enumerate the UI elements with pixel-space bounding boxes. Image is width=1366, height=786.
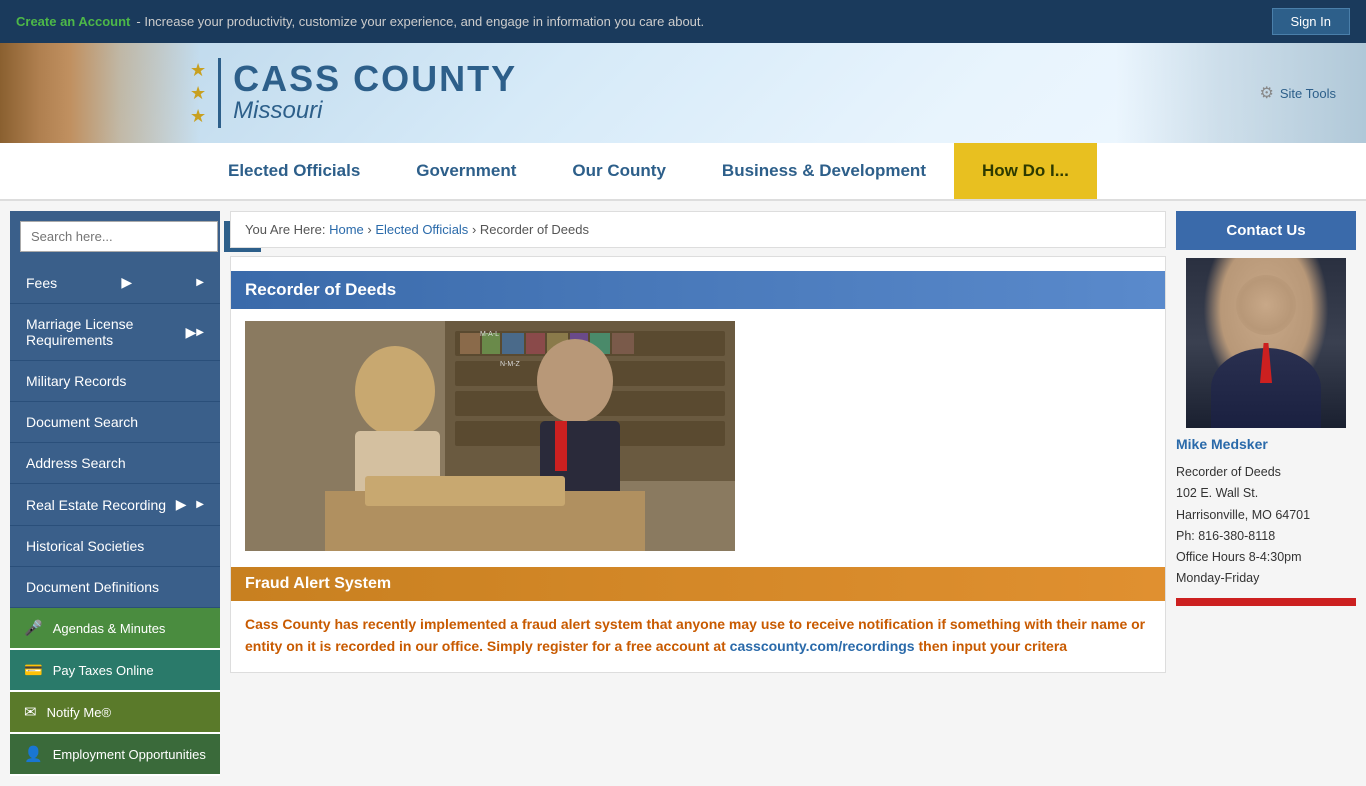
recorder-scene-svg: M-A-L N-M-Z [245, 321, 735, 551]
you-are-here-text: You Are Here: [245, 222, 329, 237]
svg-text:M-A-L: M-A-L [480, 331, 499, 338]
recorder-image: M-A-L N-M-Z [245, 321, 735, 551]
search-input[interactable] [20, 221, 218, 252]
card-icon: 💳 [24, 661, 43, 679]
microphone-icon: 🎤 [24, 619, 43, 637]
breadcrumb: You Are Here: Home › Elected Officials ›… [230, 211, 1166, 248]
sidebar: 🔍 Fees ▶ Marriage License Requirements ▶… [10, 211, 220, 776]
sidebar-item-address-label: Address Search [26, 455, 126, 471]
quick-link-agendas-label: Agendas & Minutes [53, 621, 166, 636]
quick-link-notify-label: Notify Me® [47, 705, 111, 720]
sidebar-item-document-search-label: Document Search [26, 414, 138, 430]
nav-how-do-i[interactable]: How Do I... [954, 143, 1097, 199]
nav-government[interactable]: Government [388, 143, 544, 199]
sidebar-item-marriage-label: Marriage License Requirements [26, 316, 186, 348]
contact-us-title: Contact Us [1176, 211, 1356, 250]
contact-phone: Ph: 816-380-8118 [1176, 526, 1356, 547]
logo-text: CASS COUNTY Missouri [233, 61, 517, 125]
contact-role: Recorder of Deeds [1176, 462, 1356, 483]
site-tools-label: Site Tools [1280, 86, 1336, 101]
nav-elected-officials[interactable]: Elected Officials [200, 143, 388, 199]
contact-hours: Office Hours 8-4:30pm [1176, 547, 1356, 568]
logo-stars: ★ ★ ★ [190, 60, 206, 127]
svg-text:N-M-Z: N-M-Z [500, 361, 521, 368]
quick-link-pay-taxes[interactable]: 💳 Pay Taxes Online [10, 650, 220, 690]
breadcrumb-home[interactable]: Home [329, 222, 364, 237]
top-bar-left: Create an Account - Increase your produc… [16, 14, 704, 29]
sidebar-item-document-definitions[interactable]: Document Definitions [10, 567, 220, 608]
sidebar-item-real-estate[interactable]: Real Estate Recording ▶ [10, 484, 220, 526]
quick-links: 🎤 Agendas & Minutes 💳 Pay Taxes Online ✉… [10, 608, 220, 774]
breadcrumb-separator-2: › [472, 222, 480, 237]
state-name: Missouri [233, 97, 517, 125]
fraud-alert-title: Fraud Alert System [231, 567, 1165, 601]
page-title: Recorder of Deeds [231, 271, 1165, 309]
top-bar-tagline: - Increase your productivity, customize … [136, 14, 704, 29]
person-icon: 👤 [24, 745, 43, 763]
county-name: CASS COUNTY [233, 61, 517, 97]
sidebar-item-marriage-license[interactable]: Marriage License Requirements ▶ [10, 304, 220, 361]
sidebar-item-fees-label: Fees [26, 275, 57, 291]
sidebar-item-military-label: Military Records [26, 373, 126, 389]
sidebar-item-document-search[interactable]: Document Search [10, 402, 220, 443]
breadcrumb-elected-officials[interactable]: Elected Officials [375, 222, 468, 237]
sidebar-item-historical-label: Historical Societies [26, 538, 144, 554]
contact-address1: 102 E. Wall St. [1176, 483, 1356, 504]
contact-sidebar: Contact Us Mike Medsker Recorder of Deed… [1166, 211, 1356, 776]
arrow-icon: ▶ [121, 274, 132, 291]
contact-address2: Harrisonville, MO 64701 [1176, 505, 1356, 526]
contact-days: Monday-Friday [1176, 568, 1356, 589]
quick-link-notify-me[interactable]: ✉ Notify Me® [10, 692, 220, 732]
contact-name: Mike Medsker [1176, 436, 1356, 452]
top-bar: Create an Account - Increase your produc… [0, 0, 1366, 43]
page-content: Recorder of Deeds [230, 256, 1166, 673]
sidebar-item-historical-societies[interactable]: Historical Societies [10, 526, 220, 567]
star-icon-2: ★ [190, 83, 206, 104]
quick-link-pay-taxes-label: Pay Taxes Online [53, 663, 154, 678]
star-icon-1: ★ [190, 60, 206, 81]
nav-business-development[interactable]: Business & Development [694, 143, 954, 199]
contact-photo [1186, 258, 1346, 428]
content-wrapper: 🔍 Fees ▶ Marriage License Requirements ▶… [0, 201, 1366, 786]
star-icon-3: ★ [190, 106, 206, 127]
person-silhouette [1186, 258, 1346, 428]
recorder-image-inner: M-A-L N-M-Z [245, 321, 735, 551]
sign-in-button[interactable]: Sign In [1272, 8, 1350, 35]
main-area: You Are Here: Home › Elected Officials ›… [220, 211, 1166, 776]
nav-our-county[interactable]: Our County [544, 143, 694, 199]
arrow-icon-2: ▶ [186, 324, 197, 341]
quick-link-agendas[interactable]: 🎤 Agendas & Minutes [10, 608, 220, 648]
arrow-icon-3: ▶ [176, 496, 187, 513]
create-account-link[interactable]: Create an Account [16, 14, 130, 29]
sidebar-item-military-records[interactable]: Military Records [10, 361, 220, 402]
sidebar-search-area: 🔍 [10, 211, 220, 262]
header-courthouse-bg [0, 43, 200, 143]
sidebar-item-doc-def-label: Document Definitions [26, 579, 159, 595]
sidebar-item-real-estate-label: Real Estate Recording [26, 497, 166, 513]
fraud-link[interactable]: casscounty.com/recordings [730, 638, 915, 654]
fraud-alert-text: Cass County has recently implemented a f… [245, 613, 1151, 658]
contact-red-bar [1176, 598, 1356, 606]
logo-area: ★ ★ ★ CASS COUNTY Missouri [190, 58, 517, 128]
breadcrumb-current: Recorder of Deeds [480, 222, 589, 237]
header: ★ ★ ★ CASS COUNTY Missouri ⚙ Site Tools [0, 43, 1366, 143]
logo-divider [218, 58, 221, 128]
envelope-icon: ✉ [24, 703, 37, 721]
navigation-bar: Elected Officials Government Our County … [0, 143, 1366, 201]
contact-info: Recorder of Deeds 102 E. Wall St. Harris… [1176, 462, 1356, 590]
sidebar-item-fees[interactable]: Fees ▶ [10, 262, 220, 304]
sidebar-menu: Fees ▶ Marriage License Requirements ▶ M… [10, 262, 220, 608]
sidebar-item-address-search[interactable]: Address Search [10, 443, 220, 484]
site-tools-button[interactable]: ⚙ Site Tools [1260, 83, 1336, 103]
red-tie [1260, 343, 1272, 383]
quick-link-employment[interactable]: 👤 Employment Opportunities [10, 734, 220, 774]
gear-icon: ⚙ [1260, 83, 1274, 103]
quick-link-employment-label: Employment Opportunities [53, 747, 206, 762]
